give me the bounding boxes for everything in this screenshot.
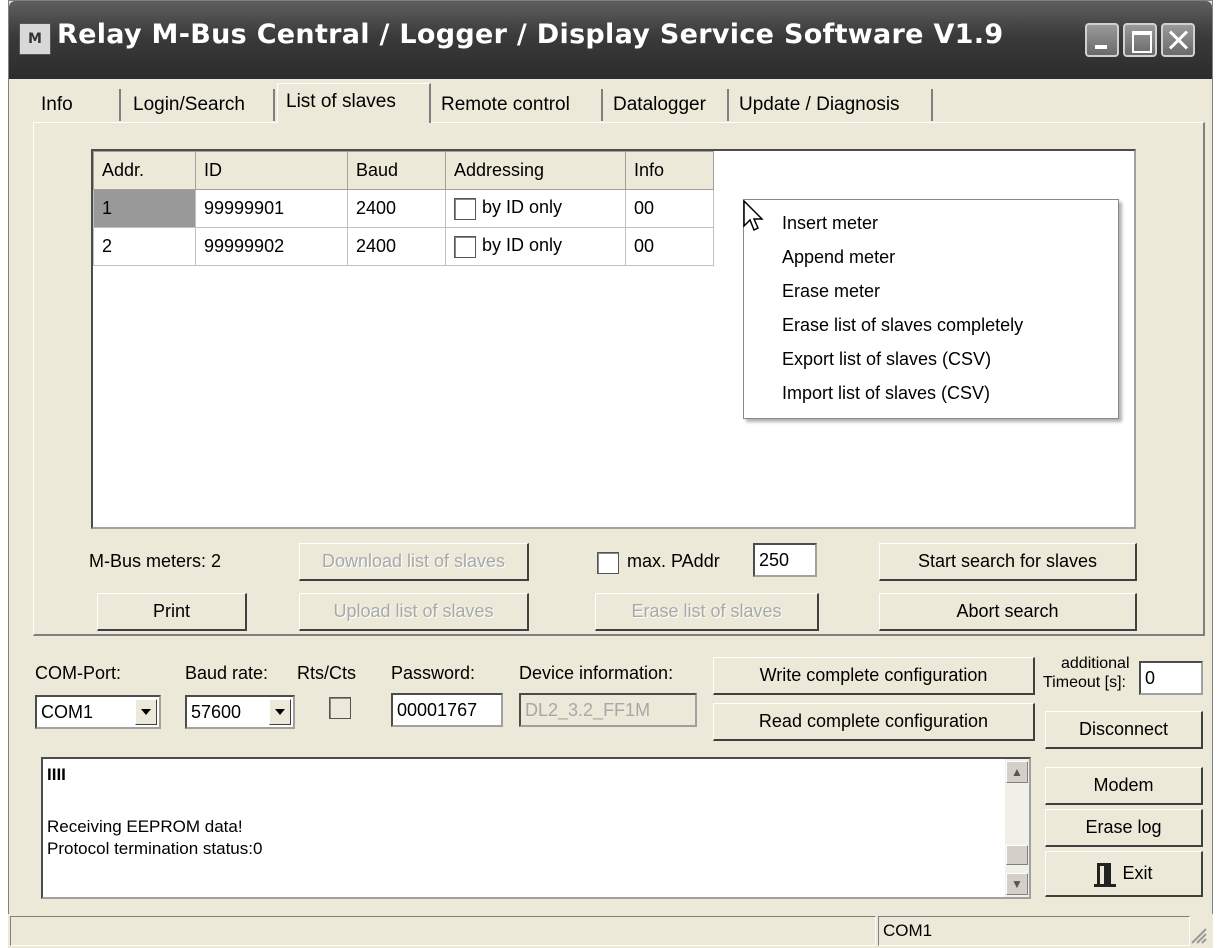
cell-id[interactable]: 99999902 (195, 227, 348, 266)
rts-cts-label: Rts/Cts (297, 663, 357, 683)
maximize-button[interactable] (1123, 23, 1157, 57)
tab-login-search[interactable]: Login/Search (125, 89, 275, 121)
column-header-addr[interactable]: Addr. (93, 151, 196, 190)
tab-list-of-slaves[interactable]: List of slaves (277, 83, 431, 123)
meters-count: 2 (211, 551, 222, 571)
scroll-thumb[interactable] (1006, 845, 1028, 865)
chevron-down-icon[interactable] (135, 699, 157, 725)
scroll-down-icon[interactable]: ▼ (1006, 873, 1028, 895)
cell-info[interactable]: 00 (625, 227, 714, 266)
read-config-button[interactable]: Read complete configuration (713, 703, 1035, 741)
mouse-pointer-icon (743, 200, 764, 232)
write-config-button[interactable]: Write complete configuration (713, 657, 1035, 695)
column-header-baud[interactable]: Baud (347, 151, 446, 190)
cell-info[interactable]: 00 (625, 189, 714, 228)
baud-rate-select[interactable]: 57600 (185, 695, 295, 729)
menu-item-append-meter[interactable]: Append meter (782, 247, 895, 268)
erase-log-button[interactable]: Erase log (1045, 809, 1203, 847)
menu-item-export-csv[interactable]: Export list of slaves (CSV) (782, 349, 991, 370)
scroll-up-icon[interactable]: ▲ (1006, 761, 1028, 783)
max-paddr-checkbox[interactable] (597, 552, 619, 574)
status-port: COM1 (878, 916, 1190, 946)
com-port-label: COM-Port: (35, 663, 122, 683)
meters-count-label: M-Bus meters: 2 (89, 551, 222, 571)
addressing-label: by ID only (482, 197, 563, 218)
timeout-label-line1: additional (1061, 655, 1130, 672)
timeout-input[interactable]: 0 (1139, 661, 1203, 695)
print-button[interactable]: Print (97, 593, 247, 631)
log-area[interactable]: IIII Receiving EEPROM data! Protocol ter… (41, 757, 1031, 899)
com-port-value: COM1 (41, 702, 94, 722)
cell-addressing[interactable]: by ID only (445, 227, 626, 266)
cell-baud[interactable]: 2400 (347, 189, 446, 228)
upload-list-button[interactable]: Upload list of slaves (299, 593, 529, 631)
baud-rate-value: 57600 (191, 702, 242, 722)
log-scrollbar[interactable]: ▲ ▼ (1005, 759, 1029, 897)
slaves-table: Addr. ID Baud Addressing Info 1 99999901… (93, 151, 714, 266)
table-row[interactable]: 1 99999901 2400 by ID only 00 (93, 189, 714, 228)
status-bar: COM1 (8, 914, 1213, 948)
cell-baud[interactable]: 2400 (347, 227, 446, 266)
tab-update-diagnosis[interactable]: Update / Diagnosis (731, 89, 933, 121)
cell-addr[interactable]: 2 (93, 227, 196, 266)
cell-addressing[interactable]: by ID only (445, 189, 626, 228)
resize-grip-icon[interactable] (1189, 926, 1207, 944)
download-list-button[interactable]: Download list of slaves (299, 543, 529, 581)
table-row[interactable]: 2 99999902 2400 by ID only 00 (93, 227, 714, 266)
start-search-button[interactable]: Start search for slaves (879, 543, 1137, 581)
device-info-label: Device information: (519, 663, 674, 683)
chevron-down-icon[interactable] (269, 699, 291, 725)
modem-button[interactable]: Modem (1045, 767, 1203, 805)
addressing-label: by ID only (482, 235, 563, 256)
column-header-addressing[interactable]: Addressing (445, 151, 626, 190)
tab-info[interactable]: Info (33, 89, 121, 121)
column-header-id[interactable]: ID (195, 151, 348, 190)
baud-rate-label: Baud rate: (185, 663, 269, 683)
context-menu: Insert meter Append meter Erase meter Er… (743, 199, 1119, 419)
app-icon: M (19, 23, 51, 55)
rts-cts-checkbox[interactable] (329, 697, 351, 719)
addressing-checkbox[interactable] (454, 235, 476, 258)
minimize-button[interactable] (1085, 23, 1119, 57)
max-paddr-input[interactable]: 250 (753, 543, 817, 577)
exit-door-icon (1094, 863, 1117, 888)
max-paddr-label: max. PAddr (627, 551, 720, 571)
erase-list-button[interactable]: Erase list of slaves (595, 593, 819, 631)
timeout-label-line2: Timeout [s]: (1043, 674, 1126, 691)
menu-item-erase-list-completely[interactable]: Erase list of slaves completely (782, 315, 1023, 336)
disconnect-button[interactable]: Disconnect (1045, 711, 1203, 749)
log-progress: IIII (47, 765, 66, 784)
menu-item-erase-meter[interactable]: Erase meter (782, 281, 880, 302)
column-header-info[interactable]: Info (625, 151, 714, 190)
abort-search-button[interactable]: Abort search (879, 593, 1137, 631)
cell-addr[interactable]: 1 (93, 189, 196, 228)
exit-button[interactable]: Exit (1045, 851, 1203, 897)
log-line: Receiving EEPROM data! (47, 817, 243, 836)
menu-item-import-csv[interactable]: Import list of slaves (CSV) (782, 383, 990, 404)
window-title: Relay M-Bus Central / Logger / Display S… (57, 19, 1004, 50)
cell-id[interactable]: 99999901 (195, 189, 348, 228)
title-bar[interactable]: M Relay M-Bus Central / Logger / Display… (9, 1, 1212, 79)
com-port-select[interactable]: COM1 (35, 695, 161, 729)
tab-remote-control[interactable]: Remote control (433, 89, 603, 121)
password-label: Password: (391, 663, 476, 683)
table-header-row: Addr. ID Baud Addressing Info (93, 151, 714, 190)
status-panel-main (10, 916, 876, 946)
log-line: Protocol termination status:0 (47, 839, 263, 858)
main-window: M Relay M-Bus Central / Logger / Display… (8, 0, 1213, 948)
close-button[interactable] (1161, 23, 1195, 57)
tab-datalogger[interactable]: Datalogger (605, 89, 729, 121)
password-field[interactable]: 00001767 (391, 693, 503, 727)
addressing-checkbox[interactable] (454, 197, 476, 220)
menu-item-insert-meter[interactable]: Insert meter (782, 213, 878, 234)
device-info-field: DL2_3.2_FF1M (519, 693, 697, 727)
exit-label: Exit (1122, 863, 1153, 883)
